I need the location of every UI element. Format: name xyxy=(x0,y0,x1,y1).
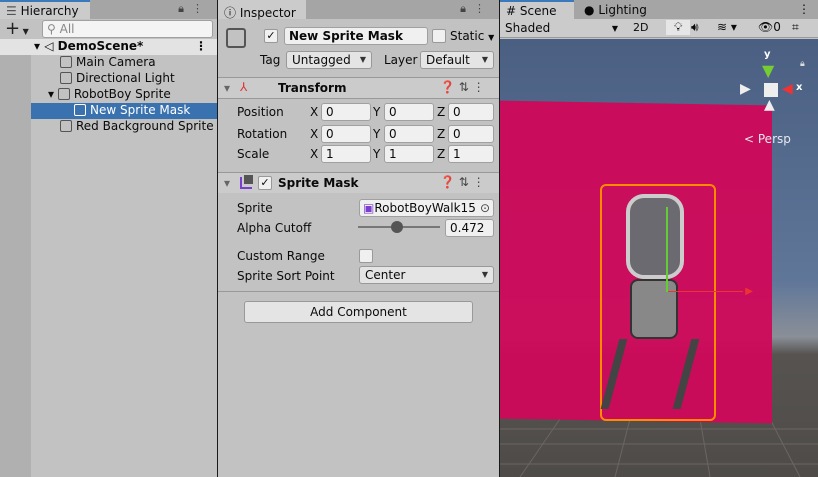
move-gizmo-y[interactable] xyxy=(666,207,668,292)
persp-label[interactable]: < Persp xyxy=(744,132,791,146)
tag-dropdown[interactable]: Untagged xyxy=(286,51,372,69)
tab-scene[interactable]: # Scene xyxy=(500,0,574,19)
object-picker-icon: ⊙ xyxy=(479,201,490,215)
lock-icon: 🔒︎ xyxy=(800,59,805,69)
transform-header[interactable]: ▾ ⅄ Transform ❓ ⇅ ⋮ xyxy=(218,78,499,98)
active-checkbox[interactable]: ✓ xyxy=(264,29,278,43)
search-input[interactable]: ⚲ All xyxy=(42,20,213,38)
audio-toggle-icon[interactable]: 🔊︎ xyxy=(691,20,699,35)
robot-body xyxy=(630,279,678,339)
gameobject-icon xyxy=(60,56,72,68)
2d-toggle[interactable]: 2D xyxy=(633,21,648,34)
more-icon[interactable]: ⋮ xyxy=(798,2,810,16)
info-icon: ⓘ xyxy=(224,6,240,20)
gameobject-icon xyxy=(74,104,86,116)
add-component-button[interactable]: Add Component xyxy=(244,301,473,323)
search-icon: ⚲ xyxy=(47,22,60,36)
grid-icon: # xyxy=(506,4,517,18)
shading-dropdown[interactable]: Shaded ▼ xyxy=(505,21,620,35)
static-checkbox[interactable] xyxy=(432,29,446,43)
lock-icon[interactable]: 🔒︎⋮ xyxy=(178,2,211,16)
list-item[interactable]: Main Camera xyxy=(0,55,217,71)
unity-scene-icon: ◁ xyxy=(44,39,54,53)
lighting-toggle-icon[interactable]: 💡︎ xyxy=(666,20,691,35)
rotation-x[interactable]: 0 xyxy=(321,125,371,143)
position-y[interactable]: 0 xyxy=(384,103,434,121)
scale-y[interactable]: 1 xyxy=(384,145,434,163)
sort-point-dropdown[interactable]: Center xyxy=(359,266,494,284)
enabled-checkbox[interactable]: ✓ xyxy=(258,176,272,190)
gizmos-icon[interactable]: ⌗ xyxy=(792,20,799,35)
gameobject-icon xyxy=(60,120,72,132)
robot-head xyxy=(626,194,684,279)
list-item[interactable]: ▾ RobotBoy Sprite xyxy=(0,87,217,103)
move-gizmo-x[interactable]: ▶ xyxy=(668,286,753,297)
list-item[interactable]: Red Background Sprite xyxy=(0,119,217,135)
custom-range-checkbox[interactable] xyxy=(359,249,373,263)
scene-panel: # Scene ● Lighting ⋮ Shaded ▼ 2D 💡︎ 🔊︎ ≋ … xyxy=(500,0,818,477)
hidden-objects-icon[interactable]: 👁︎0 xyxy=(758,20,781,34)
alpha-slider[interactable] xyxy=(358,221,440,233)
object-name-input[interactable]: New Sprite Mask xyxy=(284,27,428,45)
scale-z[interactable]: 1 xyxy=(448,145,494,163)
alpha-input[interactable]: 0.472 xyxy=(445,219,494,237)
tab-inspector[interactable]: ⓘ Inspector xyxy=(218,0,306,20)
tab-hierarchy[interactable]: ☰ Hierarchy xyxy=(0,0,90,19)
transform-icon: ⅄ xyxy=(240,80,248,94)
lock-icon[interactable]: 🔒︎⋮ xyxy=(460,2,493,16)
gameobject-large-icon xyxy=(226,28,246,48)
effects-icon[interactable]: ≋ ▾ xyxy=(717,20,737,34)
scene-root[interactable]: ▾ ◁ DemoScene* ⋮ xyxy=(0,39,217,55)
position-x[interactable]: 0 xyxy=(321,103,371,121)
lightbulb-icon: ● xyxy=(584,3,595,17)
rotation-y[interactable]: 0 xyxy=(384,125,434,143)
sprite-icon: ▣ xyxy=(363,201,375,215)
sprite-mask-header[interactable]: ▾ ✓ Sprite Mask ❓ ⇅ ⋮ xyxy=(218,173,499,193)
static-dropdown[interactable]: Static ▼ xyxy=(450,29,494,43)
position-z[interactable]: 0 xyxy=(448,103,494,121)
inspector-panel: ⓘ Inspector 🔒︎⋮ ✓ New Sprite Mask Static… xyxy=(218,0,499,477)
orientation-gizmo[interactable]: y ▼ ◀ x ▶ ▲ 🔒︎ xyxy=(738,49,808,139)
add-button[interactable]: + ▼ xyxy=(5,18,29,39)
list-item[interactable]: Directional Light xyxy=(0,71,217,87)
tab-lighting[interactable]: ● Lighting xyxy=(584,3,647,17)
sprite-field[interactable]: ▣RobotBoyWalk15 ⊙ xyxy=(359,199,494,217)
sprite-mask-icon xyxy=(240,175,253,189)
rotation-z[interactable]: 0 xyxy=(448,125,494,143)
slider-handle xyxy=(390,221,403,233)
scene-viewport[interactable]: ▶ y ▼ ◀ x ▶ ▲ 🔒︎ < Persp xyxy=(500,39,818,477)
gameobject-icon xyxy=(60,72,72,84)
hierarchy-panel: ☰ Hierarchy 🔒︎⋮ + ▼ ⚲ All ▾ ◁ DemoScene*… xyxy=(0,0,217,477)
list-item-selected[interactable]: New Sprite Mask xyxy=(31,103,217,119)
gameobject-icon xyxy=(57,88,70,100)
scale-x[interactable]: 1 xyxy=(321,145,371,163)
layer-dropdown[interactable]: Default xyxy=(420,51,494,69)
